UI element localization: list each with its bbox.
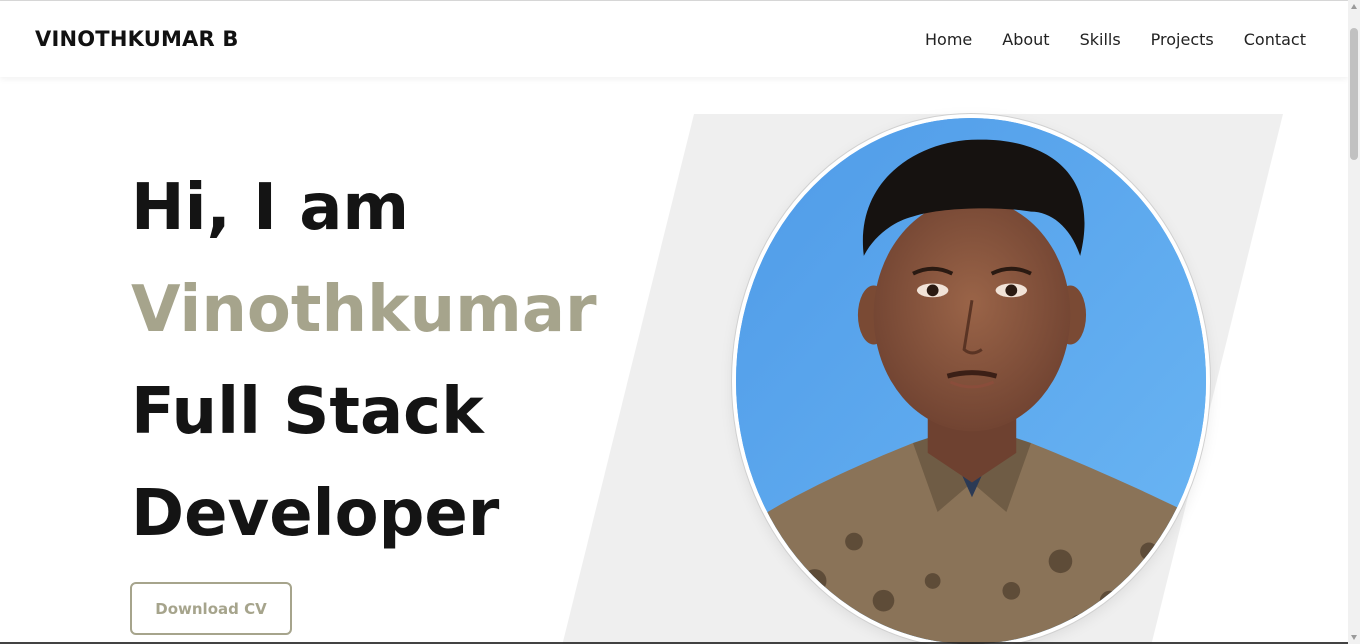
role-text-line2: Developer (131, 477, 500, 551)
scrollbar-thumb[interactable] (1350, 28, 1358, 160)
name-text: Vinothkumar (131, 273, 597, 347)
download-cv-button[interactable]: Download CV (130, 582, 292, 635)
role-text-line1: Full Stack (131, 375, 484, 449)
nav-contact-link[interactable]: Contact (1244, 30, 1306, 49)
greeting-text: Hi, I am (131, 171, 410, 245)
main-nav: Home About Skills Projects Contact (925, 30, 1306, 49)
nav-skills-link[interactable]: Skills (1080, 30, 1121, 49)
hero-section: Hi, I am Vinothkumar Full Stack Develope… (0, 77, 1348, 644)
profile-photo-illustration (736, 118, 1206, 644)
nav-home-link[interactable]: Home (925, 30, 972, 49)
brand-logo[interactable]: VINOTHKUMAR B (35, 27, 239, 51)
nav-about-link[interactable]: About (1002, 30, 1049, 49)
profile-photo (732, 114, 1210, 644)
hero-headline: Hi, I am Vinothkumar Full Stack Develope… (131, 157, 597, 565)
scroll-down-arrow-icon[interactable] (1351, 635, 1357, 640)
nav-projects-link[interactable]: Projects (1151, 30, 1214, 49)
navbar: VINOTHKUMAR B Home About Skills Projects… (0, 1, 1348, 77)
page-scrollbar[interactable] (1348, 0, 1360, 644)
scroll-up-arrow-icon[interactable] (1351, 4, 1357, 9)
